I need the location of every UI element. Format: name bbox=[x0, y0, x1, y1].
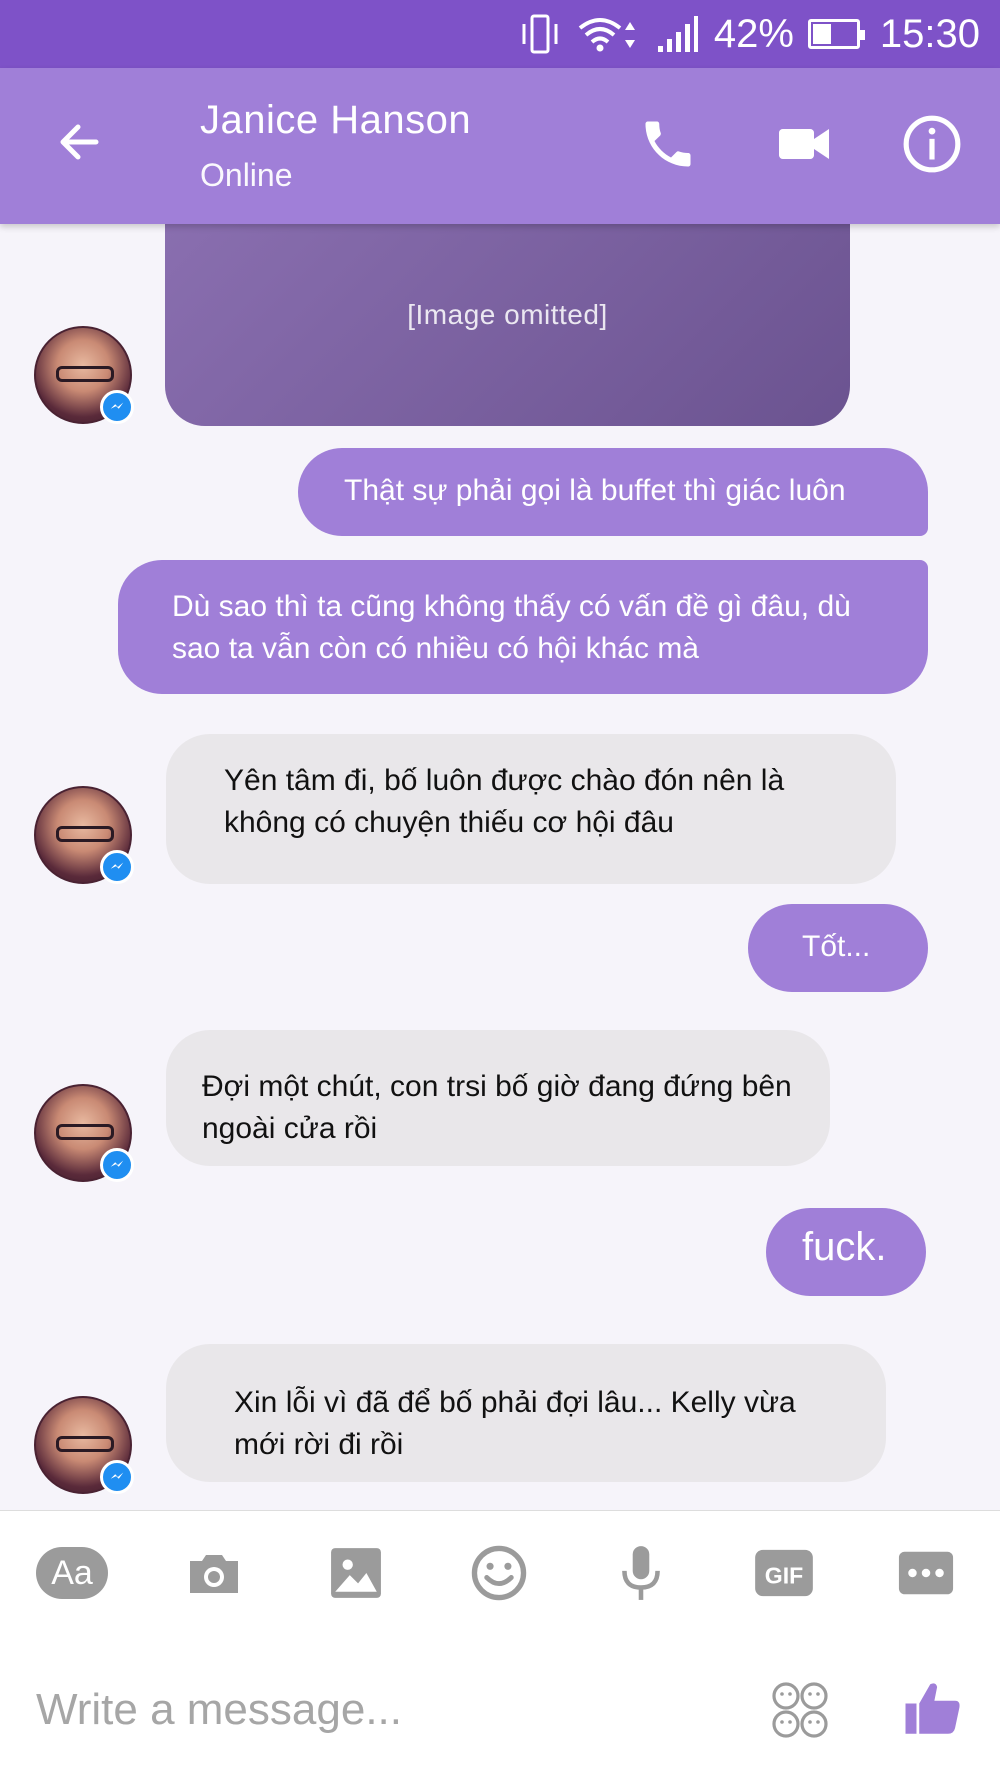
aa-label: Aa bbox=[36, 1547, 108, 1599]
gif-icon[interactable]: GIF bbox=[748, 1543, 820, 1603]
message-bubble-incoming[interactable]: Đợi một chút, con trsi bố giờ đang đứng … bbox=[166, 1030, 830, 1166]
vibrate-icon bbox=[518, 14, 562, 54]
back-arrow-icon[interactable] bbox=[50, 112, 110, 172]
video-camera-icon[interactable] bbox=[772, 112, 836, 176]
contact-status: Online bbox=[200, 157, 293, 193]
contact-name: Janice Hanson bbox=[200, 98, 472, 142]
messenger-badge-icon bbox=[100, 1460, 134, 1494]
status-bar: 42% 15:30 bbox=[0, 0, 1000, 68]
avatar[interactable] bbox=[34, 1396, 134, 1494]
message-bubble-incoming[interactable]: Yên tâm đi, bố luôn được chào đón nên là… bbox=[166, 734, 896, 884]
image-message[interactable]: [Image omitted] bbox=[165, 224, 850, 426]
message-bubble-outgoing[interactable]: Thật sự phải gọi là buffet thì giác luôn bbox=[298, 448, 928, 536]
avatar[interactable] bbox=[34, 1084, 134, 1182]
message-bubble-outgoing[interactable]: fuck. bbox=[766, 1208, 926, 1296]
gif-label: GIF bbox=[765, 1563, 803, 1589]
signal-icon bbox=[656, 14, 700, 54]
info-icon[interactable] bbox=[900, 112, 964, 176]
thumbs-up-icon[interactable] bbox=[900, 1676, 970, 1746]
message-bubble-incoming[interactable]: Xin lỗi vì đã để bố phải đợi lâu... Kell… bbox=[166, 1344, 886, 1482]
contact-info[interactable]: Janice Hanson Online bbox=[200, 98, 471, 194]
camera-icon[interactable] bbox=[178, 1543, 250, 1603]
avatar[interactable] bbox=[34, 326, 134, 424]
text-style-icon[interactable]: Aa bbox=[36, 1543, 108, 1603]
image-placeholder: [Image omitted] bbox=[407, 299, 608, 330]
battery-percent: 42% bbox=[713, 11, 794, 56]
message-bubble-outgoing[interactable]: Tốt... bbox=[748, 904, 928, 992]
emoji-icon[interactable] bbox=[463, 1543, 535, 1603]
messenger-badge-icon bbox=[100, 390, 134, 424]
chat-header: Janice Hanson Online bbox=[0, 68, 1000, 224]
battery-icon bbox=[807, 19, 865, 49]
message-input[interactable] bbox=[36, 1680, 736, 1740]
message-composer bbox=[0, 1640, 1000, 1778]
more-icon[interactable] bbox=[890, 1543, 962, 1603]
messenger-badge-icon bbox=[100, 850, 134, 884]
messenger-badge-icon bbox=[100, 1148, 134, 1182]
phone-icon[interactable] bbox=[636, 112, 700, 176]
sticker-grid-icon[interactable] bbox=[770, 1680, 830, 1740]
wifi-icon bbox=[576, 14, 642, 54]
message-thread[interactable]: [Image omitted] Thật sự phải gọi là buff… bbox=[0, 224, 1000, 1510]
avatar[interactable] bbox=[34, 786, 134, 884]
gallery-icon[interactable] bbox=[320, 1543, 392, 1603]
message-bubble-outgoing[interactable]: Dù sao thì ta cũng không thấy có vấn đề … bbox=[118, 560, 928, 694]
composer-toolbar: Aa GIF bbox=[0, 1510, 1000, 1640]
microphone-icon[interactable] bbox=[605, 1543, 677, 1603]
clock: 15:30 bbox=[879, 11, 980, 56]
